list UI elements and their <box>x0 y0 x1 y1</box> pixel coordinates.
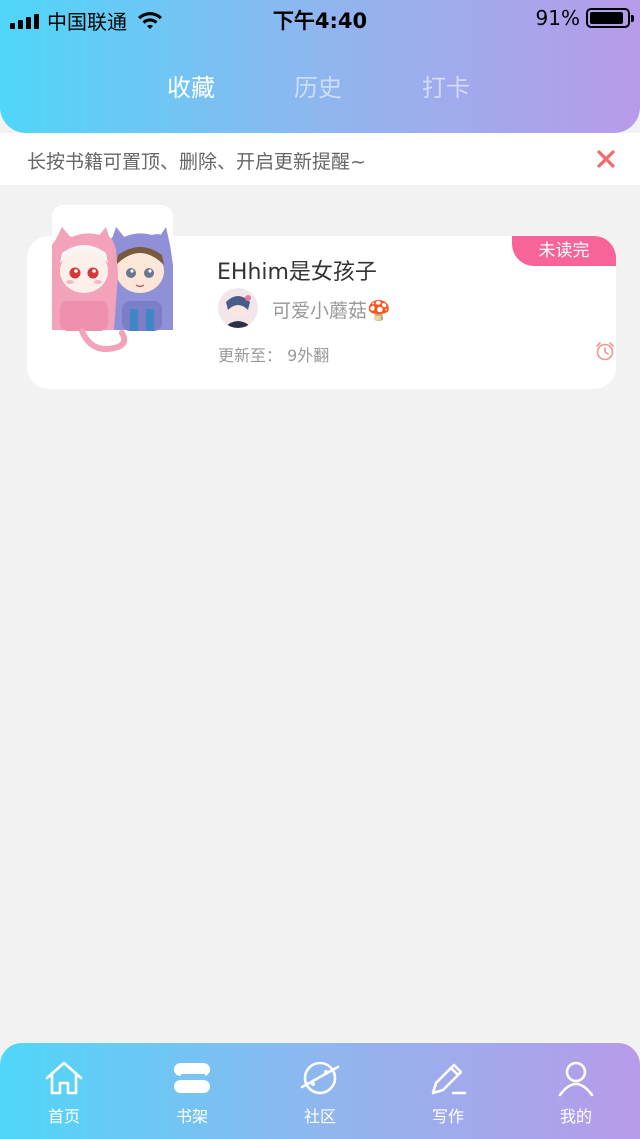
nav-community[interactable]: 社区 <box>270 1059 370 1127</box>
tip-text: 长按书籍可置顶、删除、开启更新提醒~ <box>27 151 366 173</box>
book-cover[interactable] <box>52 205 173 360</box>
nav-profile-label: 我的 <box>559 1107 592 1126</box>
book-title: EHhim是女孩子 <box>217 260 377 285</box>
status-bar: 中国联通 下午4:40 91% <box>0 0 640 36</box>
tab-favorites[interactable]: 收藏 <box>141 68 241 103</box>
nav-profile[interactable]: 我的 <box>526 1059 626 1127</box>
nav-home[interactable]: 首页 <box>14 1059 114 1127</box>
tip-bar: 长按书籍可置顶、删除、开启更新提醒~ <box>0 133 640 185</box>
author-avatar <box>218 288 258 328</box>
nav-write[interactable]: 写作 <box>398 1059 498 1127</box>
user-icon <box>558 1061 594 1097</box>
pen-icon <box>431 1063 467 1095</box>
nav-bookshelf[interactable]: 书架 <box>142 1059 242 1127</box>
tab-history[interactable]: 历史 <box>268 68 368 103</box>
nav-community-label: 社区 <box>303 1107 336 1126</box>
tab-checkin[interactable]: 打卡 <box>396 68 496 103</box>
bookshelf-icon <box>174 1063 210 1093</box>
nav-home-label: 首页 <box>47 1107 80 1126</box>
update-info: 更新至： 9外翻 <box>218 342 329 366</box>
author-name: 可爱小蘑菇🍄 <box>272 300 391 322</box>
alarm-icon[interactable] <box>594 340 616 362</box>
close-icon[interactable] <box>594 147 618 171</box>
battery-percent: 91% <box>535 6 580 30</box>
battery-icon <box>586 8 634 28</box>
update-chapter: 9外翻 <box>287 346 330 365</box>
status-right: 91% <box>535 6 634 30</box>
tab-bar: 收藏 历史 打卡 <box>0 68 640 102</box>
nav-write-label: 写作 <box>431 1107 464 1126</box>
update-label: 更新至： <box>218 346 283 365</box>
nav-bookshelf-label: 书架 <box>175 1107 208 1126</box>
bottom-nav: 首页 书架 社区 写作 我的 <box>0 1043 640 1139</box>
unread-badge: 未读完 <box>512 236 616 266</box>
home-icon <box>45 1061 83 1095</box>
header: 中国联通 下午4:40 91% 收藏 历史 打卡 <box>0 0 640 133</box>
planet-icon <box>300 1061 340 1095</box>
